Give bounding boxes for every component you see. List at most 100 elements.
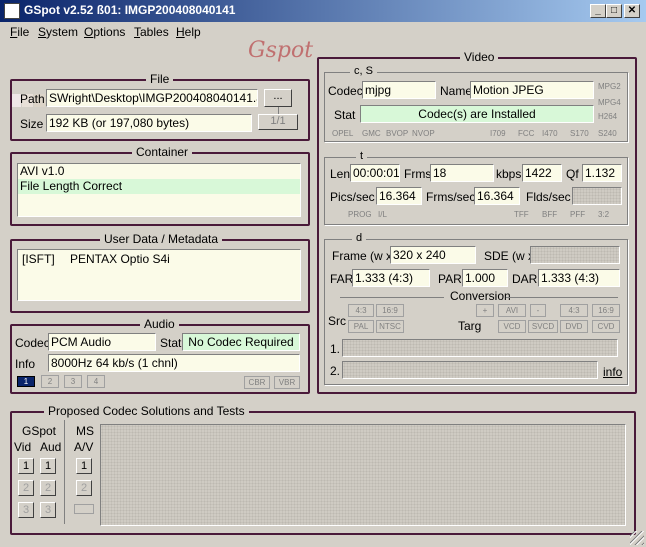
app-icon[interactable] (4, 3, 20, 19)
targ-svcd-button[interactable]: SVCD (528, 320, 558, 333)
dar-label: DAR (512, 272, 538, 286)
kbps-label: kbps (496, 167, 522, 181)
src-ntsc-button[interactable]: NTSC (376, 320, 404, 333)
src-169-button[interactable]: 16:9 (376, 304, 404, 317)
window-title: GSpot v2.52 ß01: IMGP200408040141 (24, 3, 236, 17)
conv-row-2-label: 2. (330, 364, 341, 378)
flds-label: Flds/sec (526, 190, 571, 204)
targ-cvd-button[interactable]: CVD (592, 320, 620, 333)
menu-system[interactable]: System (38, 25, 78, 39)
qf-field: 1.132 (582, 164, 622, 182)
conversion-label: Conversion (450, 289, 511, 303)
container-line: File Length Correct (18, 179, 300, 194)
path-field[interactable]: SWright\Desktop\IMGP200408040141.avi (46, 89, 258, 107)
prog-flag: PROG (348, 210, 372, 219)
i470-flag: I470 (542, 129, 558, 138)
targ-minus-button[interactable]: - (530, 304, 546, 317)
vid-label: Vid (14, 440, 32, 454)
menu-tables[interactable]: Tables (134, 25, 169, 39)
aud-test-1[interactable]: 1 (40, 458, 56, 474)
av-test-2[interactable]: 2 (76, 480, 92, 496)
av-test-3[interactable] (74, 504, 94, 514)
menu-bar: File System Options Tables Help (0, 22, 646, 42)
audio-info-field: 8000Hz 64 kb/s (1 chnl) (48, 354, 300, 372)
i709-flag: I709 (490, 129, 506, 138)
opel-flag: OPEL (332, 129, 354, 138)
audio-info-label: Info (15, 357, 36, 371)
sde-field (530, 246, 620, 264)
av-label: A/V (74, 440, 94, 454)
src-43-button[interactable]: 4:3 (348, 304, 374, 317)
audio-stream-1[interactable]: 1 (17, 376, 35, 387)
userdata-group-title: User Data / Metadata (100, 232, 223, 246)
frms-field: 18 (430, 164, 494, 182)
audio-stream-2[interactable]: 2 (41, 375, 59, 388)
bff-flag: BFF (542, 210, 558, 219)
vid-test-2[interactable]: 2 (18, 480, 34, 496)
audio-stat-field: No Codec Required (182, 333, 300, 351)
file-group-title: File (146, 72, 174, 86)
frmsec-field: 16.364 (474, 187, 520, 205)
info-link[interactable]: info (603, 365, 622, 379)
size-field: 192 KB (or 197,080 bytes) (46, 114, 252, 132)
targ-vcd-button[interactable]: VCD (498, 320, 526, 333)
par-field: 1.000 (462, 269, 508, 287)
kbps-field: 1422 (522, 164, 562, 182)
close-button[interactable]: ✕ (624, 4, 640, 18)
pics-label: Pics/sec (330, 190, 375, 204)
d-title: d (352, 232, 367, 244)
targ-dvd-button[interactable]: DVD (560, 320, 588, 333)
targ-43-button[interactable]: 4:3 (560, 304, 588, 317)
src-pal-button[interactable]: PAL (348, 320, 374, 333)
sde-label: SDE (w x (484, 249, 535, 263)
maximize-button[interactable]: □ (606, 4, 622, 18)
video-group-title: Video (460, 50, 499, 64)
targ-plus-button[interactable]: + (476, 304, 494, 317)
aud-test-2[interactable]: 2 (40, 480, 56, 496)
color-strip (10, 47, 240, 107)
menu-options[interactable]: Options (84, 25, 125, 39)
minimize-button[interactable]: _ (590, 4, 606, 18)
vbr-button[interactable]: VBR (274, 376, 300, 389)
audio-codec-label: Codec (15, 336, 50, 350)
gspot-logo: Gspot (248, 38, 314, 63)
frmsec-label: Frms/sec (426, 190, 476, 204)
av-test-1[interactable]: 1 (76, 458, 92, 474)
audio-stream-3[interactable]: 3 (64, 375, 82, 388)
pff-flag: PFF (570, 210, 586, 219)
aud-test-3[interactable]: 3 (40, 502, 56, 518)
menu-help[interactable]: Help (176, 25, 201, 39)
metadata-tag: [ISFT] (22, 252, 55, 266)
frms-label: Frms (404, 167, 432, 181)
size-label: Size (20, 117, 44, 131)
aud-label: Aud (40, 440, 62, 454)
vid-test-3[interactable]: 3 (18, 502, 34, 518)
video-codec-label: Codec (328, 84, 363, 98)
video-stat-label: Stat (334, 108, 356, 122)
il-flag: I/L (378, 210, 387, 219)
conv-row-1-label: 1. (330, 342, 341, 356)
resize-grip[interactable] (630, 531, 644, 545)
cbr-button[interactable]: CBR (244, 376, 270, 389)
frame-label: Frame (w x (332, 249, 392, 263)
fcc-flag: FCC (518, 129, 535, 138)
targ-169-button[interactable]: 16:9 (592, 304, 620, 317)
cs-title: c, S (350, 65, 377, 77)
len-field: 00:00:01 (350, 164, 400, 182)
audio-stream-4[interactable]: 4 (87, 375, 105, 388)
video-name-label: Name (440, 84, 473, 98)
path-label: Path (20, 92, 45, 106)
menu-file[interactable]: File (10, 25, 29, 39)
gspot-col-label: GSpot (22, 424, 57, 438)
userdata-box: [ISFT] PENTAX Optio S4i (17, 249, 301, 301)
browse-button[interactable]: ... (264, 89, 292, 107)
targ-avi-button[interactable]: AVI (498, 304, 526, 317)
codecs-divider (64, 420, 65, 524)
targ-label: Targ (458, 319, 482, 333)
flds-field (572, 187, 622, 205)
s240-flag: S240 (598, 129, 617, 138)
conversion-line-right (506, 297, 618, 298)
vid-test-1[interactable]: 1 (18, 458, 34, 474)
h264-flag: H264 (598, 112, 618, 121)
page-indicator[interactable]: 1/1 (258, 114, 298, 130)
